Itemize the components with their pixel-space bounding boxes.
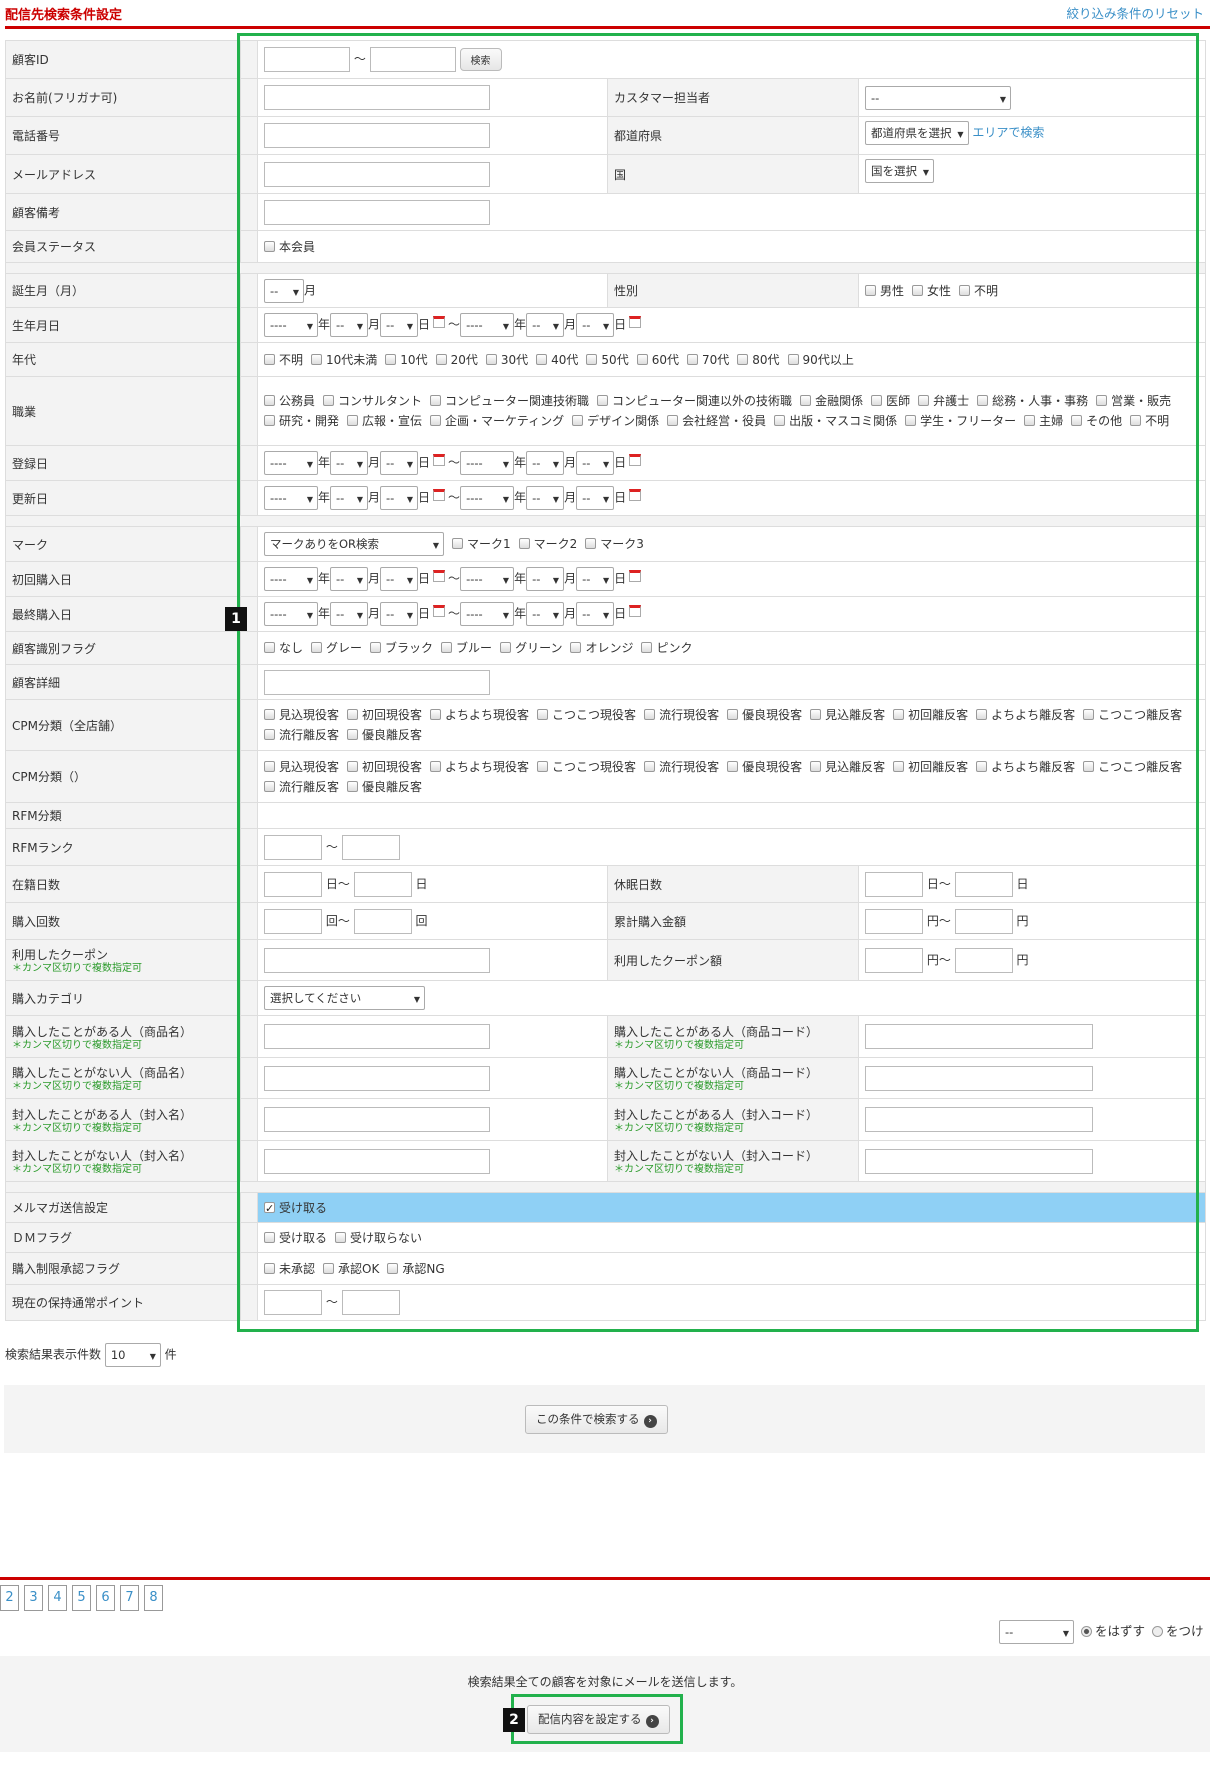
label-not-bought-name: 購入したことがない人（商品名） ＊カンマ区切りで複数指定可 <box>5 1057 241 1099</box>
label-text: 購入したことがない人（商品名） <box>12 1066 193 1080</box>
bulk-mark-controls: -- をはずす をつけ <box>999 1620 1204 1644</box>
label-text: 封入したことがある人（封入名） <box>12 1107 193 1122</box>
pagination: 2345678 <box>0 1585 163 1611</box>
label-rfm-class: RFM分類 <box>5 802 241 829</box>
bulk-mark-select-value: -- <box>1005 1625 1014 1639</box>
page-link[interactable]: 6 <box>96 1585 115 1611</box>
label-coupon: 利用したクーポン ＊カンマ区切りで複数指定可 <box>5 939 241 981</box>
label-member-status: 会員ステータス <box>5 230 241 263</box>
label-birthday: 生年月日 <box>5 307 241 343</box>
label-customer-id: 顧客ID <box>5 40 241 79</box>
page-link[interactable]: 3 <box>24 1585 43 1611</box>
highlight-box-2 <box>511 1694 683 1744</box>
label-purchase-count: 購入回数 <box>5 902 241 940</box>
highlight-box-1 <box>237 33 1199 1332</box>
label-cpm: CPM分類（） <box>5 750 241 803</box>
label-age: 年代 <box>5 342 241 377</box>
label-restrict: 購入制限承認フラグ <box>5 1252 241 1285</box>
reset-filters-link[interactable]: 絞り込み条件のリセット <box>1066 3 1204 22</box>
comma-note: ＊カンマ区切りで複数指定可 <box>12 1039 142 1051</box>
label-category: 購入カテゴリ <box>5 980 241 1016</box>
label-text: 購入したことがある人（商品名） <box>12 1024 193 1039</box>
page-title: 配信先検索条件設定 <box>5 8 123 23</box>
send-note: 検索結果全ての顧客を対象にメールを送信します。 <box>467 1675 743 1689</box>
search-with-conditions-button[interactable]: この条件で検索する › <box>525 1405 668 1434</box>
marker-1: 1 <box>225 607 247 631</box>
arrow-right-icon: › <box>643 1415 657 1428</box>
label-flag: 顧客識別フラグ <box>5 631 241 665</box>
header-divider <box>5 26 1210 29</box>
label-birth-month: 誕生月（月） <box>5 273 241 308</box>
label-cpm-all: CPM分類（全店舗） <box>5 699 241 751</box>
page-link[interactable]: 5 <box>72 1585 91 1611</box>
label-mailmag: メルマガ送信設定 <box>5 1192 241 1223</box>
label-registered: 登録日 <box>5 445 241 481</box>
add-mark-label: をつけ <box>1165 1623 1204 1639</box>
label-rfm-rank: RFMランク <box>5 828 241 866</box>
add-mark-radio[interactable] <box>1151 1625 1163 1637</box>
section-divider <box>0 1577 1210 1580</box>
results-per-page-select[interactable]: 10 <box>104 1343 161 1367</box>
label-last-purchase: 最終購入日 <box>5 596 241 632</box>
results-per-page-label: 検索結果表示件数 <box>5 1347 102 1362</box>
label-not-enclosed-name: 封入したことがない人（封入名） ＊カンマ区切りで複数指定可 <box>5 1140 241 1182</box>
marker-2: 2 <box>503 1708 525 1732</box>
label-points: 現在の保持通常ポイント <box>5 1284 241 1321</box>
label-detail: 顧客詳細 <box>5 664 241 700</box>
label-dm: ＤＭフラグ <box>5 1222 241 1253</box>
label-first-purchase: 初回購入日 <box>5 561 241 597</box>
label-mark: マーク <box>5 526 241 562</box>
bulk-mark-select[interactable]: -- <box>999 1620 1074 1644</box>
label-updated: 更新日 <box>5 480 241 516</box>
label-note: 顧客備考 <box>5 193 241 231</box>
label-bought-name: 購入したことがある人（商品名） ＊カンマ区切りで複数指定可 <box>5 1015 241 1058</box>
label-enclosed-name: 封入したことがある人（封入名） ＊カンマ区切りで複数指定可 <box>5 1098 241 1141</box>
search-button-label: この条件で検索する <box>536 1412 640 1426</box>
label-text: 封入したことがない人（封入名） <box>12 1149 193 1163</box>
label-email: メールアドレス <box>5 154 241 194</box>
results-per-page: 検索結果表示件数 10 件 <box>5 1343 177 1367</box>
comma-note: ＊カンマ区切りで複数指定可 <box>12 963 142 974</box>
comma-note: ＊カンマ区切りで複数指定可 <box>12 1122 142 1134</box>
page-link[interactable]: 8 <box>144 1585 163 1611</box>
label-phone: 電話番号 <box>5 116 241 155</box>
page-link[interactable]: 7 <box>120 1585 139 1611</box>
remove-mark-radio[interactable] <box>1080 1625 1092 1637</box>
label-name: お名前(フリガナ可) <box>5 78 241 117</box>
results-per-page-value: 10 <box>110 1348 126 1362</box>
comma-note: ＊カンマ区切りで複数指定可 <box>12 1081 142 1092</box>
page-link[interactable]: 2 <box>0 1585 19 1611</box>
remove-mark-label: をはずす <box>1094 1623 1145 1639</box>
page-link[interactable]: 4 <box>48 1585 67 1611</box>
results-per-page-unit: 件 <box>164 1347 177 1362</box>
label-job: 職業 <box>5 376 241 446</box>
label-tenure: 在籍日数 <box>5 865 241 903</box>
label-text: 利用したクーポン <box>12 948 109 962</box>
comma-note: ＊カンマ区切りで複数指定可 <box>12 1164 142 1175</box>
